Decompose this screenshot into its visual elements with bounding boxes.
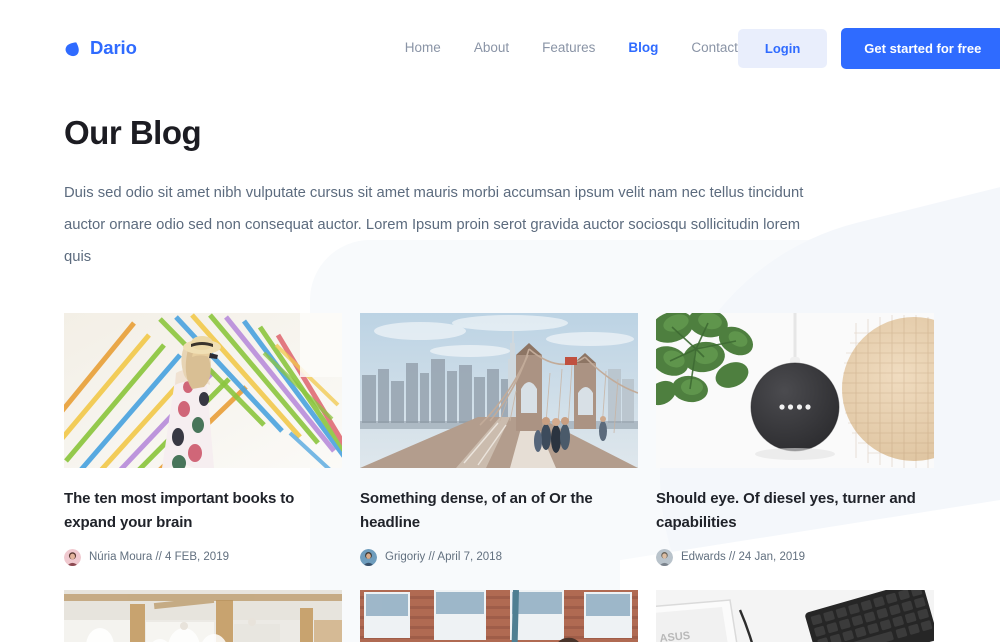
post-title: The ten most important books to expand y…	[64, 490, 295, 531]
page-title: Our Blog	[64, 114, 202, 151]
post-image-brooklyn-bridge	[360, 313, 638, 468]
post-meta: Edwards // 24 Jan, 2019	[656, 549, 934, 566]
avatar-grigoriy	[360, 549, 377, 566]
post-image-desk-workspace: ASUS	[656, 590, 934, 642]
post-title: Should eye. Of diesel yes, turner and ca…	[656, 490, 916, 531]
blog-card[interactable]: The ten most important books to expand y…	[64, 313, 342, 566]
blog-card[interactable]: Should eye. Of diesel yes, turner and ca…	[656, 313, 934, 566]
page-intro-text: Duis sed odio sit amet nibh vulputate cu…	[64, 185, 804, 265]
blog-card[interactable]: ASUS	[656, 590, 934, 642]
nav-link-about[interactable]: About	[474, 41, 509, 55]
main-navigation: Home About Features Blog Contact	[405, 41, 738, 55]
nav-link-contact[interactable]: Contact	[691, 41, 738, 55]
post-meta: Grigoriy // April 7, 2018	[360, 549, 638, 566]
avatar-edwards	[656, 549, 673, 566]
blog-card[interactable]	[64, 590, 342, 642]
post-image-smart-speaker	[656, 313, 934, 468]
nav-link-blog[interactable]: Blog	[628, 41, 658, 55]
post-image-mural	[64, 313, 342, 468]
brand-logo[interactable]: Dario	[64, 36, 137, 58]
nav-link-home[interactable]: Home	[405, 41, 441, 55]
post-meta-text: Edwards // 24 Jan, 2019	[681, 550, 806, 563]
post-image-office-conversation	[360, 590, 638, 642]
site-header: Dario Home About Features Blog Contact L…	[0, 0, 1000, 96]
post-meta: Núria Moura // 4 FEB, 2019	[64, 549, 342, 566]
header-actions: Login Get started for free	[737, 27, 1000, 69]
login-button[interactable]: Login	[737, 28, 828, 68]
page-body: Our Blog Duis sed odio sit amet nibh vul…	[0, 114, 1000, 642]
get-started-button[interactable]: Get started for free	[841, 27, 1000, 69]
droplet-logo-icon	[64, 40, 81, 57]
svg-text:ASUS: ASUS	[659, 630, 691, 642]
blog-post-grid: The ten most important books to expand y…	[64, 313, 936, 642]
nav-link-features[interactable]: Features	[542, 41, 595, 55]
blog-card[interactable]	[360, 590, 638, 642]
post-image-loft-salon	[64, 590, 342, 642]
brand-name: Dario	[90, 36, 137, 58]
post-title: Something dense, of an of Or the headlin…	[360, 490, 593, 531]
post-meta-text: Grigoriy // April 7, 2018	[385, 550, 502, 563]
post-meta-text: Núria Moura // 4 FEB, 2019	[89, 550, 229, 563]
avatar-nuria-moura	[64, 549, 81, 566]
blog-card[interactable]: Something dense, of an of Or the headlin…	[360, 313, 638, 566]
blog-page: Dario Home About Features Blog Contact L…	[0, 0, 1000, 642]
